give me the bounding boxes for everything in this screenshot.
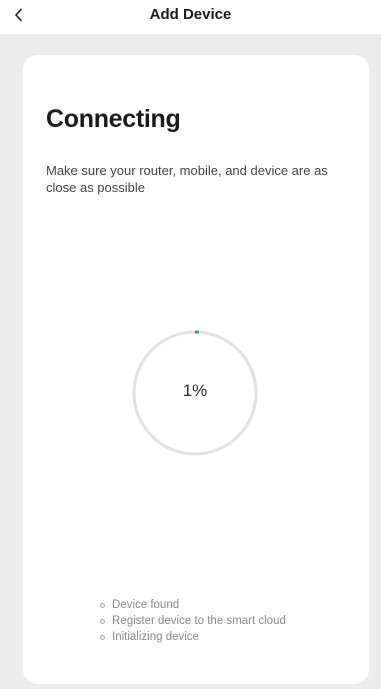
step-label: Register device to the smart cloud (112, 615, 286, 627)
connection-card: Connecting Make sure your router, mobile… (23, 55, 369, 684)
progress-ring: 1% (131, 329, 259, 457)
card-title: Connecting (46, 105, 181, 133)
step-item: Device found (100, 597, 286, 613)
step-label: Initializing device (112, 631, 199, 643)
step-item: Initializing device (100, 629, 286, 645)
connection-steps: Device found Register device to the smar… (100, 597, 286, 645)
progress-percentage: 1% (182, 381, 208, 400)
step-label: Device found (112, 599, 180, 611)
bullet-icon (100, 634, 105, 640)
step-item: Register device to the smart cloud (100, 613, 286, 629)
navigation-bar: Add Device (0, 0, 381, 34)
card-description: Make sure your router, mobile, and devic… (46, 163, 328, 195)
bullet-icon (100, 618, 105, 624)
bullet-icon (100, 602, 105, 608)
page-title: Add Device (149, 6, 232, 23)
